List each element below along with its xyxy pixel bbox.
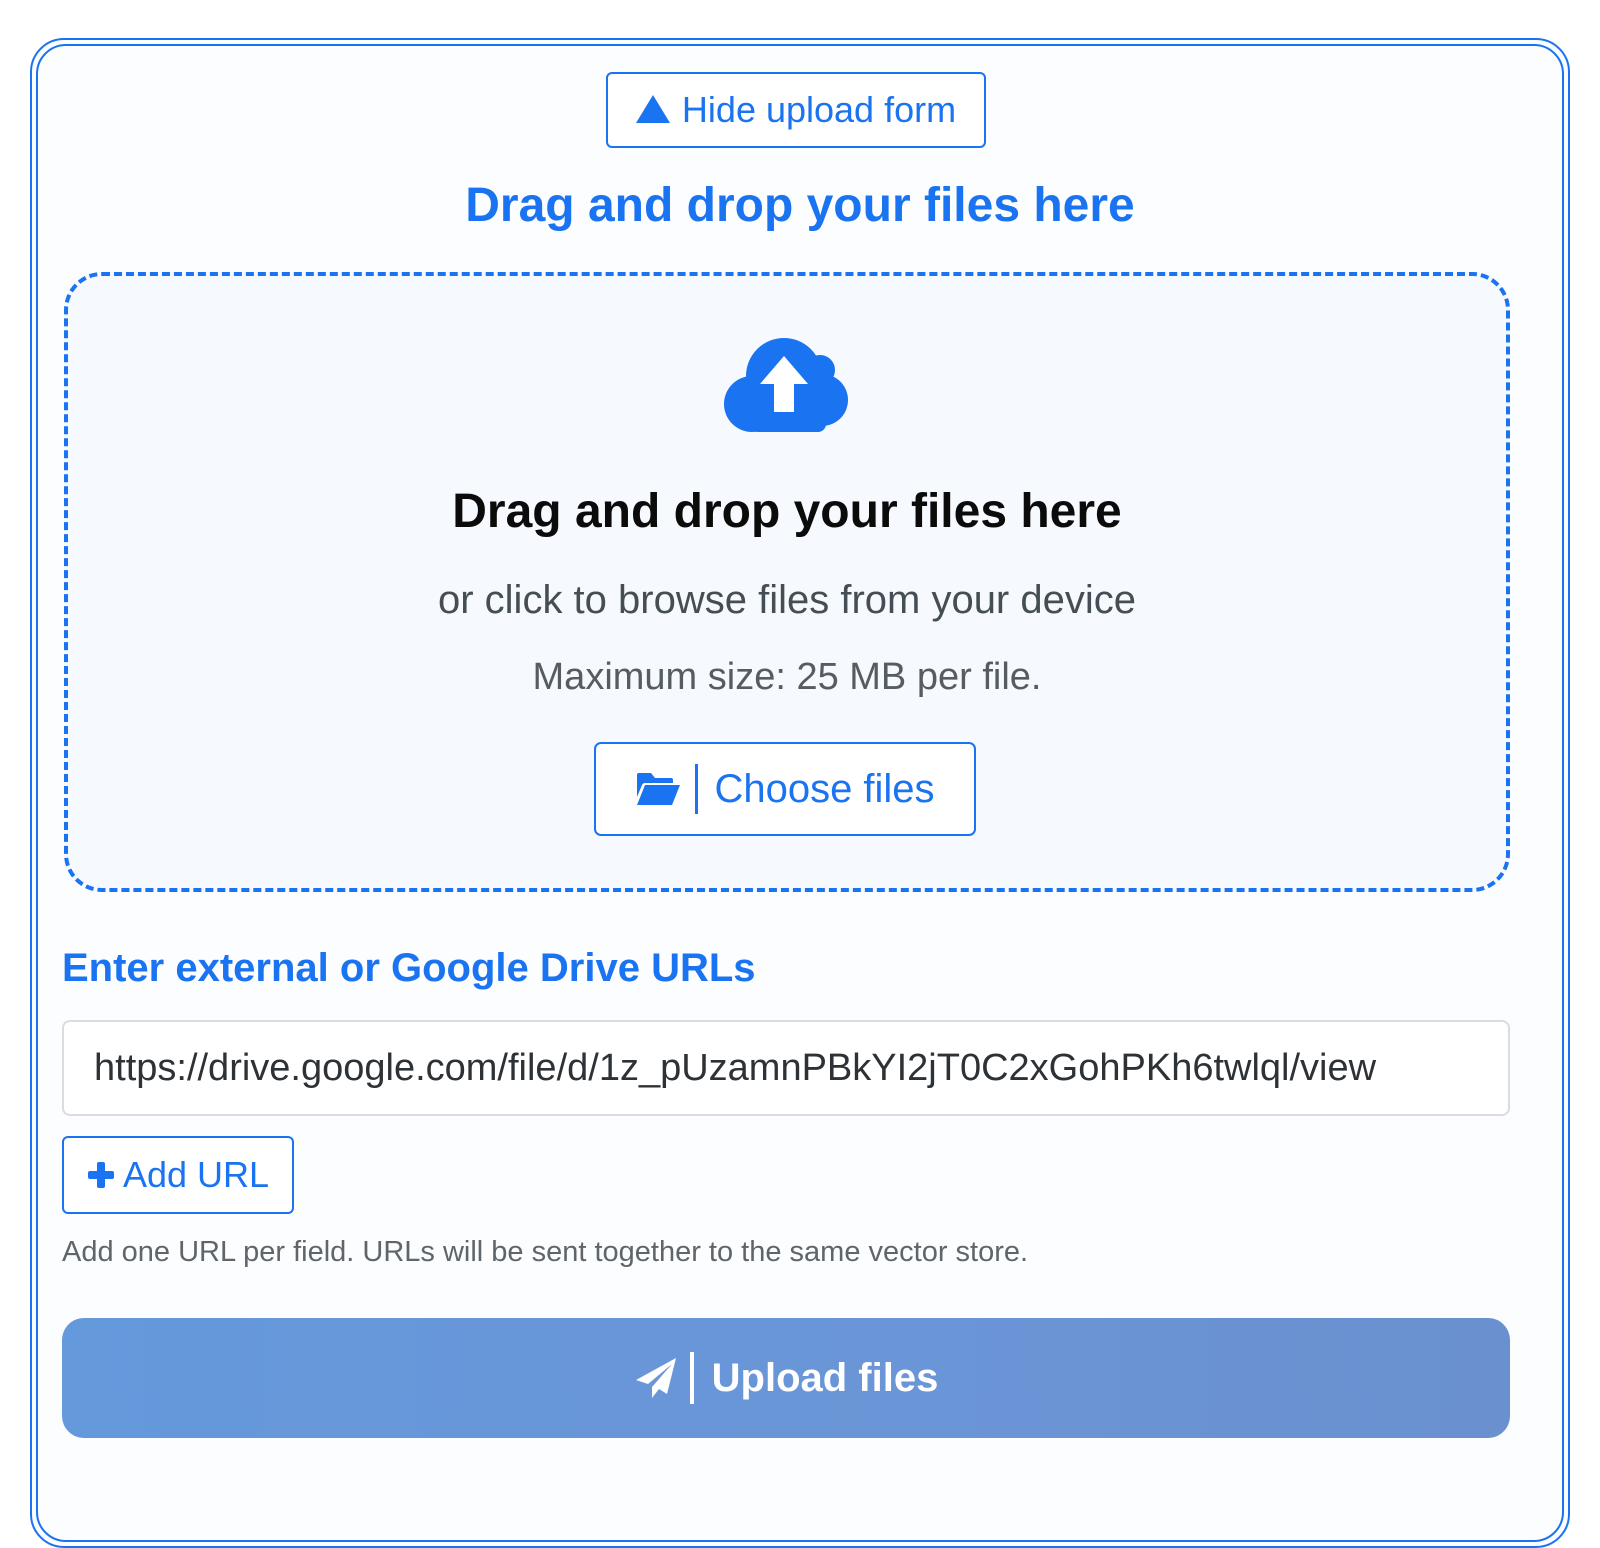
max-size-text: Maximum size: 25 MB per file. — [532, 656, 1042, 698]
url-section-heading: Enter external or Google Drive URLs — [62, 946, 756, 990]
cloud-upload-icon — [724, 338, 848, 432]
button-separator — [695, 764, 699, 814]
choose-files-button[interactable]: Choose files — [594, 742, 976, 836]
dropzone-subtitle: or click to browse files from your devic… — [437, 578, 1136, 622]
file-dropzone[interactable]: Drag and drop your files here or click t… — [64, 272, 1510, 892]
url-input[interactable] — [62, 1020, 1510, 1116]
triangle-up-icon — [635, 94, 670, 123]
dropzone-title: Drag and drop your files here — [452, 485, 1122, 538]
upload-form-card: Hide upload form Drag and drop your file… — [30, 38, 1570, 1548]
choose-files-label: Choose files — [714, 766, 935, 811]
url-help-text: Add one URL per field. URLs will be sent… — [62, 1236, 1029, 1268]
add-url-button[interactable]: Add URL — [62, 1136, 294, 1214]
upload-files-label: Upload files — [711, 1355, 939, 1400]
paper-plane-icon — [635, 1358, 676, 1398]
hide-upload-form-button[interactable]: Hide upload form — [606, 72, 986, 148]
drop-heading: Drag and drop your files here — [465, 179, 1135, 232]
hide-upload-form-label: Hide upload form — [681, 89, 957, 130]
button-separator — [689, 1352, 694, 1404]
add-url-label: Add URL — [122, 1154, 270, 1195]
upload-files-button[interactable]: Upload files — [62, 1318, 1510, 1438]
folder-open-icon — [637, 773, 681, 805]
plus-icon — [87, 1162, 114, 1188]
